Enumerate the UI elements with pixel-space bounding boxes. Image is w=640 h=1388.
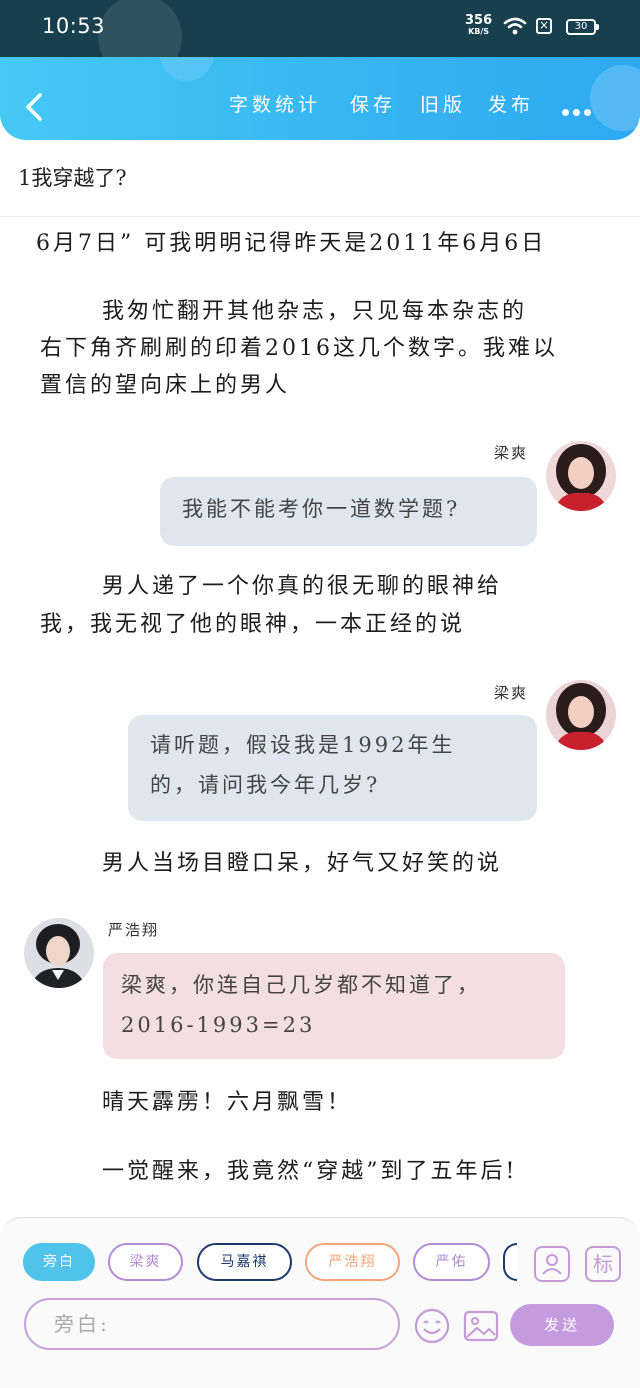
avatar[interactable] <box>546 441 616 511</box>
emoji-icon[interactable] <box>413 1307 451 1345</box>
back-button[interactable] <box>20 87 50 127</box>
battery-icon: 30 <box>566 19 599 35</box>
avatar-image <box>546 680 616 750</box>
speaker-name: 梁爽 <box>494 684 529 702</box>
battery-level: 30 <box>574 21 588 32</box>
message-bubble[interactable]: 我能不能考你一道数学题? <box>160 477 537 546</box>
character-chip-yanhaoxiang[interactable]: 严浩翔 <box>305 1243 400 1281</box>
save-button[interactable]: 保存 <box>350 90 396 117</box>
message-text: 2016-1993=23 <box>121 1013 316 1037</box>
avatar[interactable] <box>24 918 94 988</box>
more-button[interactable] <box>562 101 595 120</box>
more-dot-icon <box>584 109 591 116</box>
narration-line: 置信的望向床上的男人 <box>40 373 291 398</box>
message-text: 请听题，假设我是1992年生 <box>150 733 456 757</box>
tag-icon: 标 <box>593 1252 613 1276</box>
speaker-name: 严浩翔 <box>108 921 160 939</box>
narration-line: 男人当场目瞪口呆，好气又好笑的说 <box>102 851 503 876</box>
network-speed: 356 KB/S <box>465 14 492 37</box>
old-version-button[interactable]: 旧版 <box>420 90 466 117</box>
wifi-icon <box>503 17 527 35</box>
no-sim-icon: × <box>536 18 552 34</box>
message-input[interactable]: 旁白: <box>24 1298 400 1350</box>
narration-line: 右下角齐刷刷的印着2016这几个数字。我难以 <box>40 336 558 361</box>
word-count-button[interactable]: 字数统计 <box>229 90 321 117</box>
decor-bubble <box>590 65 640 131</box>
chevron-left-icon <box>26 93 42 121</box>
message-text: 的，请问我今年几岁? <box>150 773 381 797</box>
message-text: 梁爽，你连自己几岁都不知道了， <box>121 973 481 997</box>
character-chip-liangshuang[interactable]: 梁爽 <box>108 1243 183 1281</box>
status-time: 10:53 <box>42 14 106 38</box>
publish-button[interactable]: 发布 <box>488 90 534 117</box>
character-chip-yanyou[interactable]: 严佑 <box>413 1243 490 1281</box>
editor-header: 字数统计 保存 旧版 发布 <box>0 57 640 140</box>
more-dot-icon <box>562 109 569 116</box>
message-input-placeholder: 旁白: <box>54 1312 110 1336</box>
more-dot-icon <box>573 109 580 116</box>
avatar[interactable] <box>546 680 616 750</box>
narration-line: 6月7日” 可我明明记得昨天是2011年6月6日 <box>36 231 547 256</box>
profile-card-button[interactable] <box>534 1246 570 1282</box>
divider <box>0 216 640 217</box>
tag-button[interactable]: 标 <box>585 1246 621 1282</box>
chapter-title[interactable]: 1我穿越了? <box>18 162 127 192</box>
message-bubble[interactable]: 梁爽，你连自己几岁都不知道了， 2016-1993=23 <box>103 953 565 1059</box>
avatar-image <box>546 441 616 511</box>
speaker-name: 梁爽 <box>494 444 529 462</box>
character-chip-narrator[interactable]: 旁白 <box>23 1243 95 1281</box>
character-chip-partial[interactable] <box>503 1243 517 1281</box>
narration-line: 我，我无视了他的眼神，一本正经的说 <box>40 612 466 637</box>
narration-line: 晴天霹雳！六月飘雪！ <box>102 1090 353 1115</box>
narration-line: 男人递了一个你真的很无聊的眼神给 <box>102 574 503 599</box>
narration-line: 我匆忙翻开其他杂志，只见每本杂志的 <box>102 299 528 324</box>
image-icon[interactable] <box>462 1307 500 1345</box>
message-bubble[interactable]: 请听题，假设我是1992年生 的，请问我今年几岁? <box>128 715 537 821</box>
character-chip-majiaqi[interactable]: 马嘉祺 <box>197 1243 292 1281</box>
profile-card-icon <box>542 1254 562 1275</box>
narration-line: 一觉醒来，我竟然“穿越”到了五年后! <box>102 1159 518 1184</box>
avatar-image <box>24 918 94 988</box>
status-bar: 10:53 356 KB/S × 30 <box>0 0 640 79</box>
message-text: 我能不能考你一道数学题? <box>182 497 461 521</box>
network-speed-unit: KB/S <box>468 27 490 36</box>
send-button[interactable]: 发送 <box>510 1304 614 1346</box>
decor-bubble <box>160 57 214 81</box>
